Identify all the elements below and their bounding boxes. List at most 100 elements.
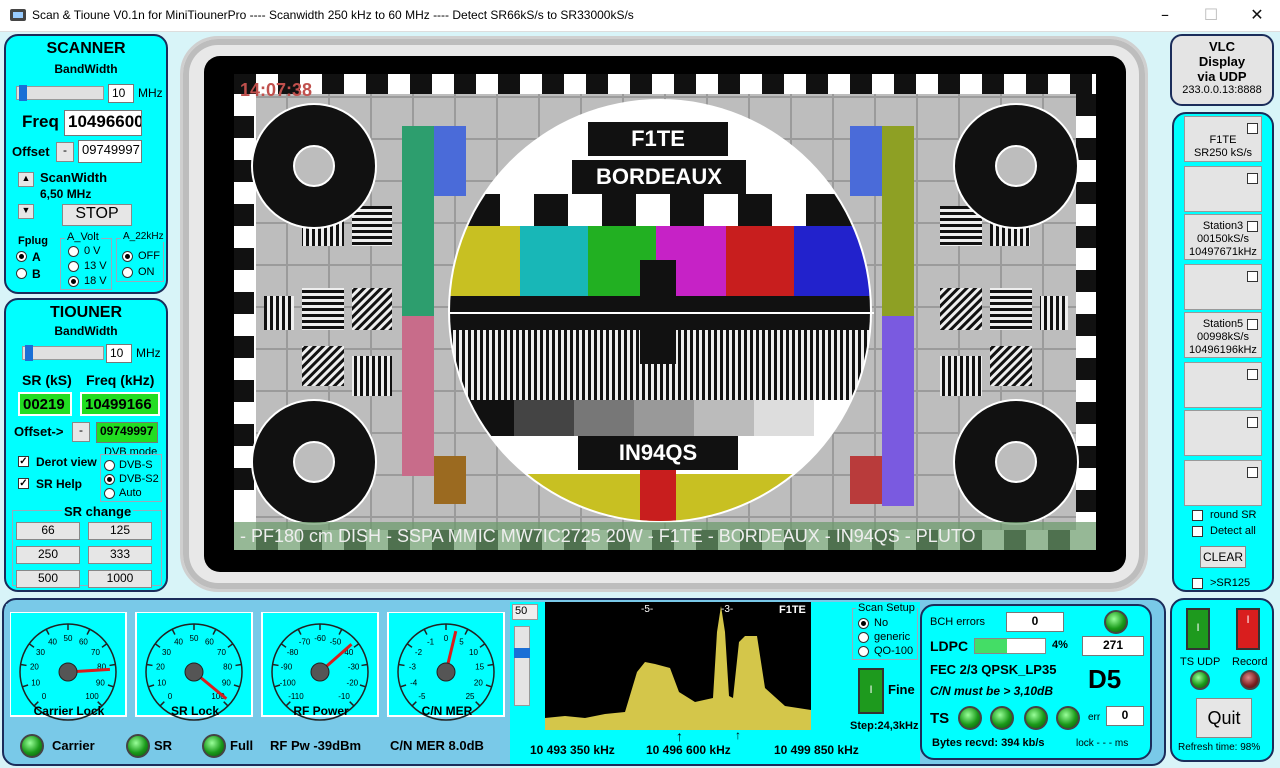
station-slot-1[interactable]: F1TE SR250 kS/s (1184, 116, 1262, 162)
tiouner-bandwidth-slider[interactable] (22, 345, 104, 361)
station-slot-4[interactable] (1184, 264, 1262, 310)
offset-field[interactable]: 09749997 (78, 140, 142, 163)
station-slot-7[interactable] (1184, 410, 1262, 456)
clear-button[interactable]: CLEAR (1200, 546, 1246, 568)
minimize-button[interactable]: – (1142, 0, 1188, 32)
a22-on-radio[interactable] (122, 267, 133, 278)
gauge-tick-label: 100 (85, 692, 99, 701)
tiouner-offset-minus-button[interactable]: - (72, 422, 90, 442)
station-checkbox[interactable] (1247, 369, 1258, 380)
station-line: 00150kS/s (1197, 233, 1249, 245)
station-checkbox[interactable] (1247, 417, 1258, 428)
gauge-tick-label: 90 (96, 679, 105, 688)
volt-18-radio[interactable] (68, 276, 79, 287)
scanner-bandwidth-field[interactable]: 10 (108, 84, 134, 103)
station-line: F1TE (1209, 134, 1237, 146)
derot-checkbox[interactable]: ✓ (18, 456, 29, 467)
scanner-bandwidth-slider[interactable] (16, 85, 104, 101)
gauge-tick-label: 0 (168, 692, 173, 701)
station-slot-2[interactable] (1184, 166, 1262, 212)
gauge-tick-label: -80 (287, 648, 299, 657)
sr-333-button[interactable]: 333 (88, 546, 152, 564)
station-slot-3[interactable]: Station3 00150kS/s 10497671kHz (1184, 214, 1262, 260)
ts-udp-toggle[interactable]: I (1186, 608, 1210, 650)
sr-value-field[interactable]: 00219 (18, 392, 72, 416)
detect-all-checkbox[interactable] (1192, 526, 1203, 537)
vlc-display-button[interactable]: VLC Display via UDP 233.0.0.13:8888 (1170, 34, 1274, 106)
record-toggle[interactable]: I (1236, 608, 1260, 650)
station-checkbox[interactable] (1247, 467, 1258, 478)
station-checkbox[interactable] (1247, 271, 1258, 282)
dvbs-radio[interactable] (104, 460, 115, 471)
setup-generic-radio[interactable] (858, 632, 869, 643)
auto-radio[interactable] (104, 488, 115, 499)
offset-label: Offset (12, 144, 50, 159)
a22-off-radio[interactable] (122, 251, 133, 262)
fplug-b-radio[interactable] (16, 268, 27, 279)
sr-500-button[interactable]: 500 (16, 570, 80, 588)
slider-thumb[interactable] (19, 85, 27, 101)
sr-125-button[interactable]: 125 (88, 522, 152, 540)
fine-toggle[interactable]: I (858, 668, 884, 714)
tiouner-bandwidth-field[interactable]: 10 (106, 344, 132, 363)
setup-no-radio[interactable] (858, 618, 869, 629)
gauge-tick-label: 60 (205, 638, 214, 647)
gain-slider-thumb[interactable] (514, 648, 530, 658)
station-checkbox[interactable] (1247, 173, 1258, 184)
maximize-button[interactable]: ☐ (1188, 0, 1234, 32)
station-slot-8[interactable] (1184, 460, 1262, 506)
setup-qo100-radio[interactable] (858, 646, 869, 657)
station-checkbox[interactable] (1247, 319, 1258, 330)
station-slot-5[interactable]: Station5 00998kS/s 10496196kHz (1184, 312, 1262, 358)
carrier-label: Carrier (52, 738, 95, 753)
offset-minus-button[interactable]: - (56, 142, 74, 162)
err-field[interactable]: 0 (1106, 706, 1144, 726)
sr-250-button[interactable]: 250 (16, 546, 80, 564)
sr125-checkbox[interactable] (1192, 578, 1203, 589)
volt-0-radio[interactable] (68, 246, 79, 257)
app-icon (10, 9, 26, 21)
station-checkbox[interactable] (1247, 221, 1258, 232)
gauge-tick-label: 50 (64, 634, 73, 643)
volt-13-label: 13 V (84, 260, 107, 272)
slider-thumb[interactable] (25, 345, 33, 361)
setup-no-label: No (874, 617, 889, 629)
spectrum-marker-1: -5- (641, 604, 654, 615)
avolt-label: A_Volt (65, 231, 101, 243)
ldpc-value[interactable]: 271 (1082, 636, 1144, 656)
close-button[interactable]: ✕ (1234, 0, 1280, 32)
sr-66-button[interactable]: 66 (16, 522, 80, 540)
stop-button[interactable]: STOP (62, 204, 132, 226)
fplug-a-radio[interactable] (16, 251, 27, 262)
round-sr-checkbox[interactable] (1192, 510, 1203, 521)
station-slot-6[interactable] (1184, 362, 1262, 408)
volt-13-radio[interactable] (68, 261, 79, 272)
dvbs2-radio[interactable] (104, 474, 115, 485)
auto-label: Auto (119, 487, 142, 499)
gauge-tick-label: 15 (475, 663, 484, 672)
cn-mer-readout: C/N MER 8.0dB (390, 738, 484, 753)
station-checkbox[interactable] (1247, 123, 1258, 134)
gauge-hub (58, 662, 78, 682)
bch-field[interactable]: 0 (1006, 612, 1064, 632)
scanwidth-up-button[interactable]: ▲ (18, 172, 34, 187)
sr-status-label: SR (154, 738, 173, 753)
center-arrow-icon: ↑ (676, 728, 683, 744)
gain-slider[interactable] (514, 626, 530, 706)
srhelp-checkbox[interactable]: ✓ (18, 478, 29, 489)
scanner-bandwidth-label: BandWidth (54, 62, 118, 76)
tiouner-offset-field[interactable]: 09749997 (96, 422, 158, 443)
gauge-label-cn: C/N MER (421, 704, 473, 718)
sr125-label: >SR125 (1210, 577, 1251, 589)
gauge-label-rf: RF Power (293, 704, 349, 718)
sr-label: SR (kS) (22, 372, 72, 388)
sr-1000-button[interactable]: 1000 (88, 570, 152, 588)
station-line: 00998kS/s (1197, 331, 1249, 343)
gain-field[interactable]: 50 (512, 604, 538, 620)
quit-button[interactable]: Quit (1196, 698, 1252, 738)
freq-field[interactable]: 10496600 (64, 110, 142, 136)
a22-on-label: ON (138, 266, 155, 278)
scanwidth-down-button[interactable]: ▼ (18, 204, 34, 219)
gauge-tick-label: -60 (314, 634, 326, 643)
freq-value-field[interactable]: 10499166 (80, 392, 160, 416)
